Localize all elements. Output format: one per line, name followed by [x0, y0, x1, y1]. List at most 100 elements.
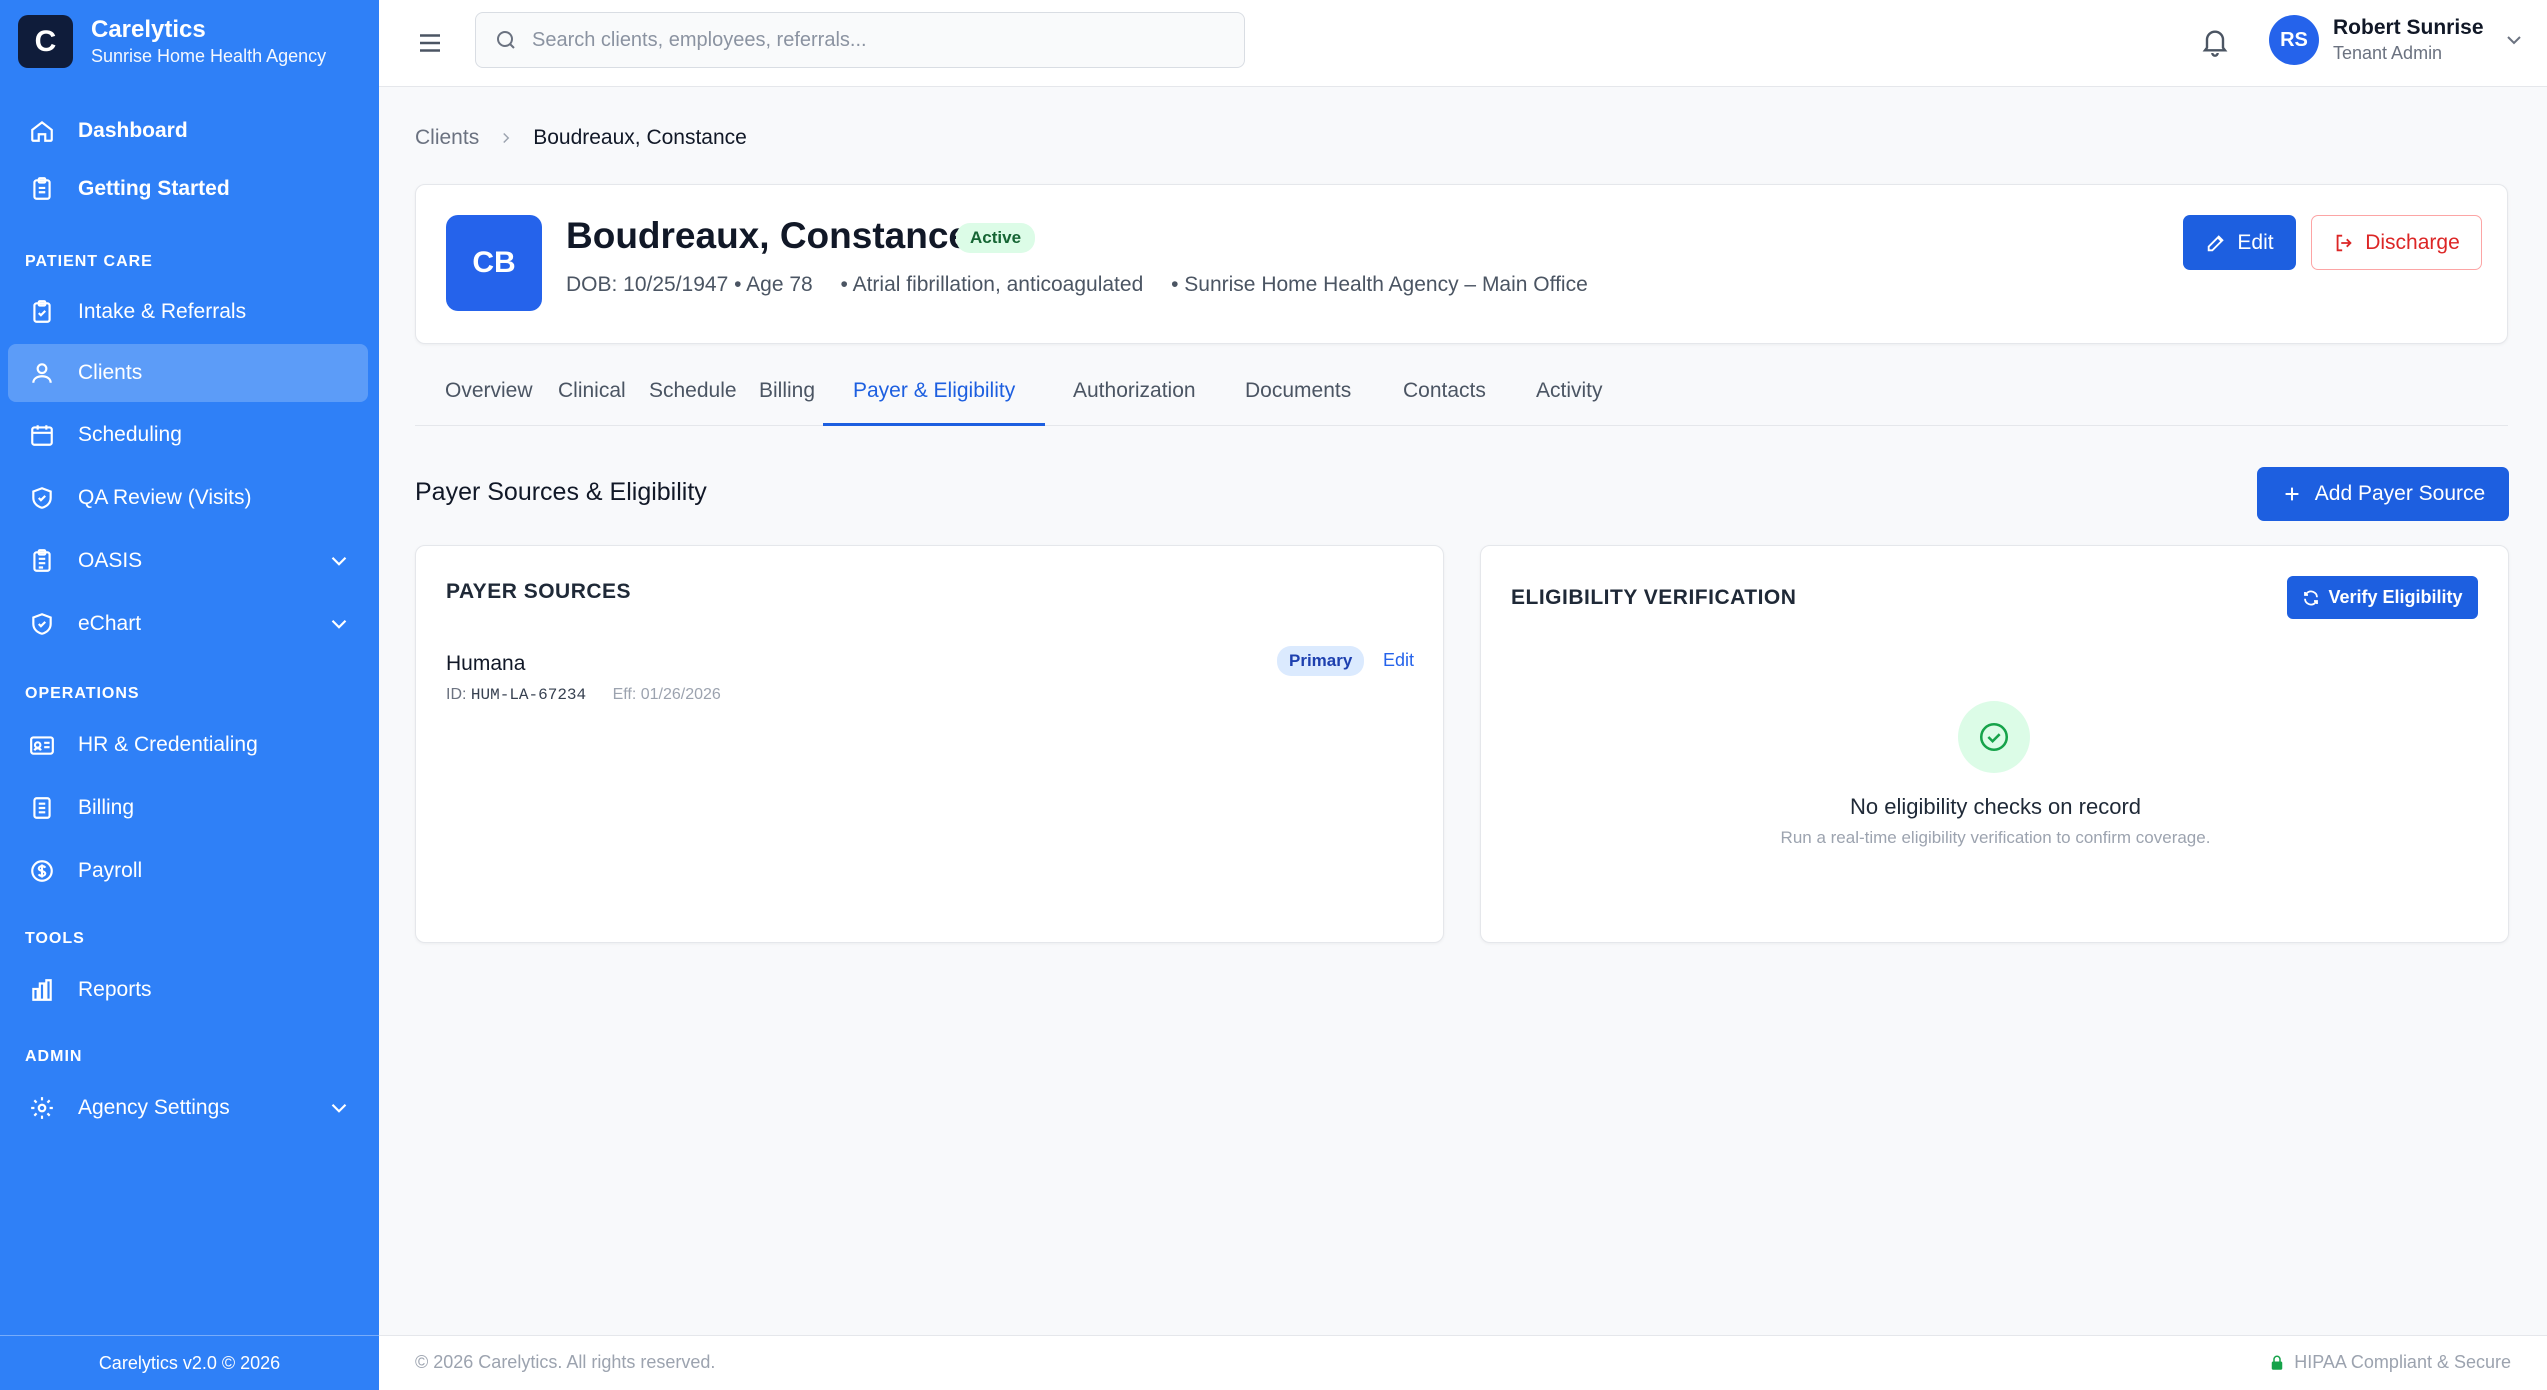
- primary-badge: Primary: [1277, 646, 1365, 676]
- brand-logo: C: [18, 15, 73, 68]
- agency-name: Sunrise Home Health Agency: [91, 45, 327, 66]
- sidebar-item-intake-referrals[interactable]: Intake & Referrals: [8, 283, 368, 341]
- tab-documents[interactable]: Documents: [1215, 376, 1381, 426]
- sidebar-item-label: Agency Settings: [78, 1096, 230, 1119]
- sidebar-item-reports[interactable]: Reports: [8, 961, 368, 1019]
- gear-icon: [28, 1094, 56, 1122]
- payer-section-title: Payer Sources & Eligibility: [415, 478, 707, 506]
- section-label-tools: TOOLS: [25, 930, 85, 947]
- check-circle-icon: [1958, 701, 2030, 773]
- edit-client-button[interactable]: Edit: [2183, 215, 2296, 270]
- add-payer-source-label: Add Payer Source: [2314, 482, 2486, 505]
- section-label-operations: OPERATIONS: [25, 685, 140, 702]
- eligibility-panel: ELIGIBILITY VERIFICATION Verify Eligibil…: [1480, 545, 2509, 943]
- verify-eligibility-button[interactable]: Verify Eligibility: [2287, 576, 2478, 619]
- chevron-right-icon: [503, 132, 510, 144]
- sidebar-item-qa-review[interactable]: QA Review (Visits): [8, 469, 368, 527]
- search-box[interactable]: [475, 12, 1245, 68]
- sidebar-item-agency-settings[interactable]: Agency Settings: [8, 1079, 368, 1137]
- chevron-down-icon: [331, 1103, 347, 1113]
- client-meta: DOB: 10/25/1947 • Age 78 • Atrial fibril…: [566, 273, 1610, 297]
- search-icon: [497, 31, 515, 49]
- payer-name: Humana: [446, 652, 526, 675]
- tab-activity[interactable]: Activity: [1506, 376, 1633, 426]
- sidebar-item-label: Getting Started: [78, 177, 230, 200]
- empty-state-title: No eligibility checks on record: [1849, 794, 2142, 819]
- sidebar-item-label: Dashboard: [78, 119, 188, 142]
- edit-payer-link[interactable]: Edit: [1383, 650, 1414, 671]
- edit-label: Edit: [2237, 230, 2274, 254]
- search-input[interactable]: [532, 28, 1232, 52]
- brand[interactable]: C Carelytics Sunrise Home Health Agency: [18, 15, 326, 68]
- payer-id-line: ID: HUM-LA-67234 Eff: 01/26/2026: [446, 686, 721, 704]
- breadcrumb-clients[interactable]: Clients: [415, 126, 479, 150]
- sidebar-item-hr-credentialing[interactable]: HR & Credentialing: [8, 716, 368, 774]
- sidebar-item-label: Billing: [78, 796, 135, 819]
- chevron-down-icon: [331, 619, 347, 629]
- discharge-button[interactable]: Discharge: [2311, 215, 2482, 270]
- sidebar-item-oasis[interactable]: OASIS: [8, 532, 368, 590]
- users-icon: [28, 359, 56, 387]
- calendar-icon: [28, 421, 56, 449]
- sidebar-item-getting-started[interactable]: Getting Started: [8, 160, 368, 218]
- client-diagnosis: • Atrial fibrillation, anticoagulated: [840, 273, 1144, 296]
- client-name: Boudreaux, Constance: [566, 215, 969, 256]
- sidebar-item-label: eChart: [78, 612, 142, 635]
- sidebar-footer: Carelytics v2.0 © 2026: [0, 1335, 379, 1390]
- clipboard-list-icon: [28, 547, 56, 575]
- page-footer: © 2026 Carelytics. All rights reserved. …: [379, 1335, 2547, 1390]
- add-payer-source-button[interactable]: Add Payer Source: [2257, 467, 2509, 521]
- payer-sources-title: PAYER SOURCES: [446, 580, 632, 603]
- sidebar-item-clients[interactable]: Clients: [8, 344, 368, 402]
- sidebar-item-payroll[interactable]: Payroll: [8, 842, 368, 900]
- bell-icon[interactable]: [2199, 24, 2231, 58]
- payer-effective-date: Eff: 01/26/2026: [612, 686, 721, 703]
- chevron-down-icon: [2506, 36, 2521, 45]
- empty-state-subtitle: Run a real-time eligibility verification…: [1780, 828, 2211, 847]
- tab-contacts[interactable]: Contacts: [1373, 376, 1516, 426]
- tab-authorization[interactable]: Authorization: [1043, 376, 1226, 426]
- sidebar: C Carelytics Sunrise Home Health Agency …: [0, 0, 379, 1390]
- sidebar-item-echart[interactable]: eChart: [8, 595, 368, 653]
- user-name: Robert Sunrise: [2333, 16, 2484, 39]
- verify-eligibility-label: Verify Eligibility: [2328, 587, 2463, 607]
- status-badge: Active: [956, 223, 1036, 253]
- sidebar-item-label: Reports: [78, 978, 152, 1001]
- sidebar-item-billing[interactable]: Billing: [8, 779, 368, 837]
- sidebar-item-label: Intake & Referrals: [78, 300, 247, 323]
- logout-icon: [2336, 234, 2352, 251]
- clipboard-check-icon: [28, 298, 56, 326]
- sidebar-item-label: HR & Credentialing: [78, 733, 258, 756]
- copyright: © 2026 Carelytics. All rights reserved.: [415, 1352, 716, 1372]
- menu-icon[interactable]: [415, 28, 445, 58]
- discharge-label: Discharge: [2365, 230, 2460, 254]
- sidebar-item-dashboard[interactable]: Dashboard: [8, 102, 368, 160]
- dollar-circle-icon: [28, 857, 56, 885]
- client-tabs: Overview Clinical Schedule Billing Payer…: [415, 376, 2508, 426]
- payer-id-value: HUM-LA-67234: [470, 686, 587, 704]
- brand-name: Carelytics: [91, 15, 206, 43]
- eligibility-title: ELIGIBILITY VERIFICATION: [1511, 586, 1797, 609]
- user-menu[interactable]: RS Robert Sunrise Tenant Admin: [2269, 15, 2526, 65]
- tab-payer-eligibility[interactable]: Payer & Eligibility: [823, 376, 1046, 426]
- breadcrumb-current: Boudreaux, Constance: [533, 126, 747, 149]
- sidebar-item-scheduling[interactable]: Scheduling: [8, 406, 368, 464]
- sidebar-item-label: QA Review (Visits): [78, 486, 252, 509]
- plus-icon: [2285, 487, 2299, 501]
- sidebar-item-label: OASIS: [78, 549, 143, 572]
- compliance-note: HIPAA Compliant & Secure: [2268, 1352, 2511, 1373]
- compliance-label: HIPAA Compliant & Secure: [2294, 1352, 2511, 1372]
- bar-chart-icon: [28, 976, 56, 1004]
- shield-check-icon: [28, 610, 56, 638]
- shield-check-icon: [28, 484, 56, 512]
- lock-icon: [2271, 1355, 2283, 1370]
- avatar: RS: [2269, 15, 2319, 65]
- user-role: Tenant Admin: [2333, 43, 2443, 63]
- client-header-card: CB Boudreaux, Constance Active DOB: 10/2…: [415, 184, 2508, 344]
- sidebar-item-label: Clients: [78, 361, 143, 384]
- clipboard-icon: [28, 175, 56, 203]
- sidebar-item-label: Scheduling: [78, 423, 182, 446]
- id-card-icon: [28, 731, 56, 759]
- section-label-patient-care: PATIENT CARE: [25, 253, 153, 270]
- chevron-down-icon: [331, 556, 347, 566]
